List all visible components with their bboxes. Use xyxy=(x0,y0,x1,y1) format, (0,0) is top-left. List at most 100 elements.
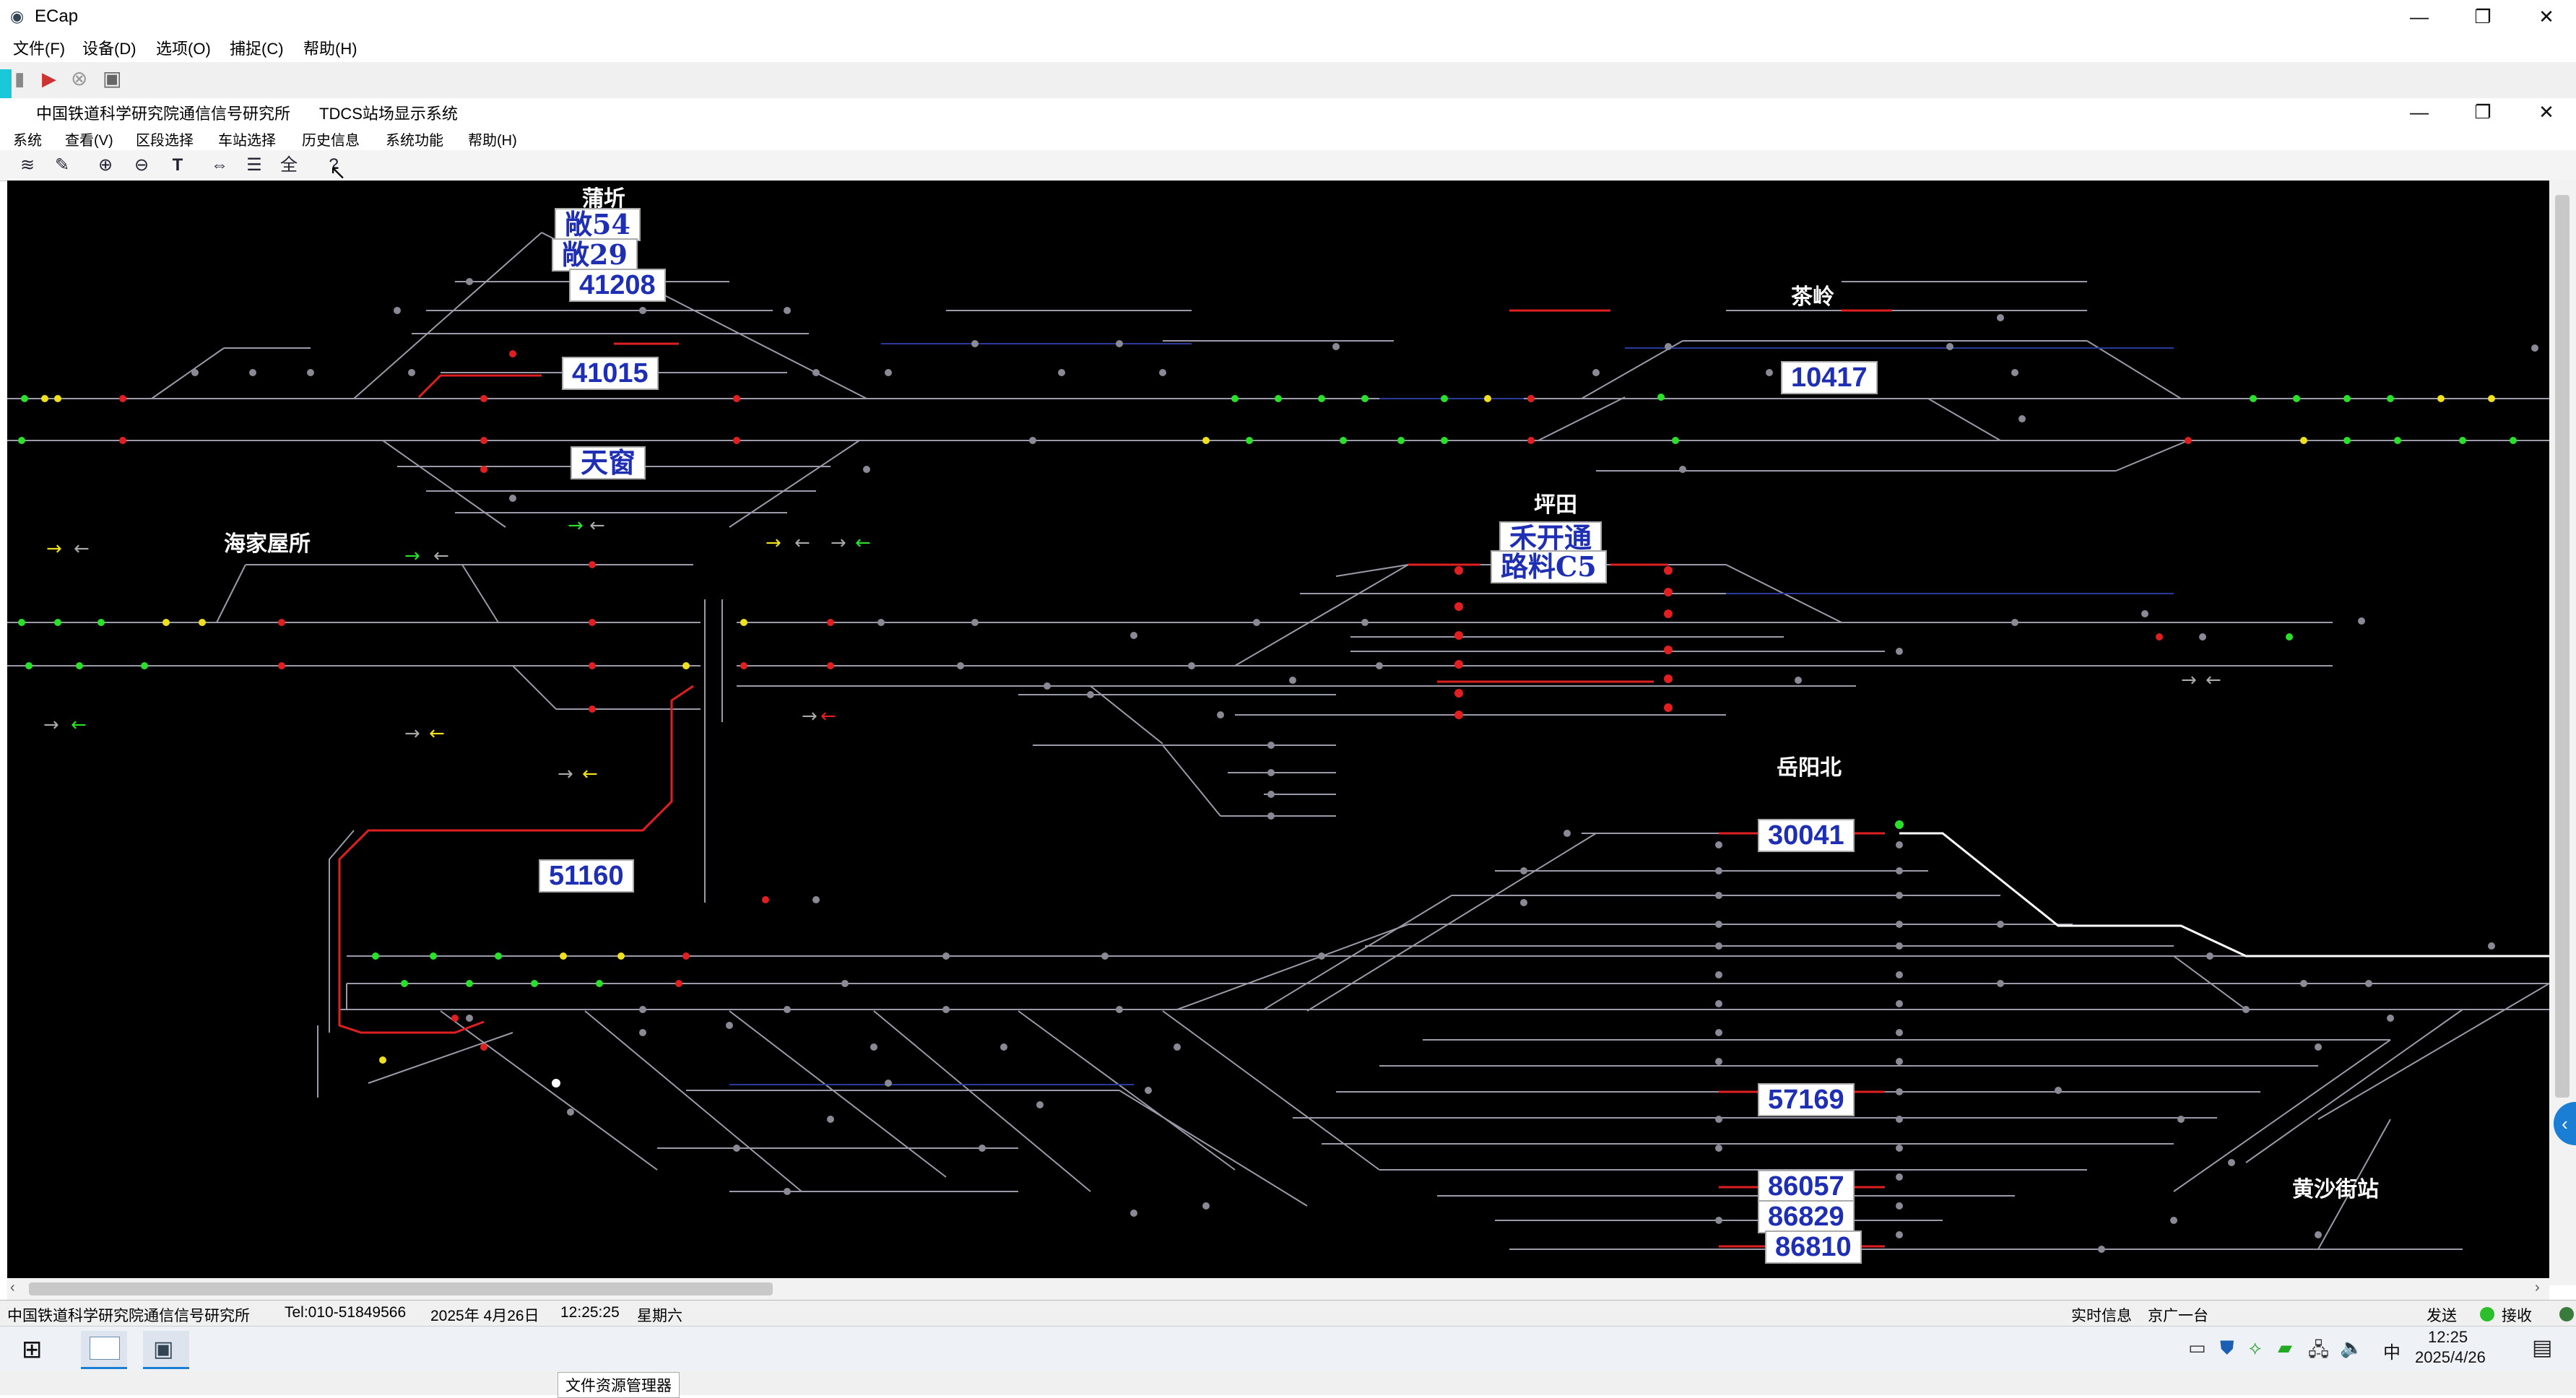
svg-text:→: → xyxy=(558,763,573,785)
app-title: ECap xyxy=(35,6,79,26)
play-icon[interactable]: ▶ xyxy=(42,68,56,90)
station-haijiawusuo: 海家屋所 xyxy=(224,531,311,557)
inner-titlebar: 中国铁道科学研究院通信信号研究所 TDCS站场显示系统 — ❐ ✕ xyxy=(0,98,2576,127)
app-menubar xyxy=(0,33,2576,62)
menu-options[interactable]: 选项(O) xyxy=(156,36,211,59)
inner-restore-button[interactable]: ❐ xyxy=(2461,98,2505,126)
inner-title-org: 中国铁道科学研究院通信信号研究所 xyxy=(36,105,291,123)
station-chaling: 茶岭 xyxy=(1791,285,1834,310)
zoom-in-icon[interactable]: ⊕ xyxy=(92,153,118,178)
status-realtime: 实时信息 xyxy=(2071,1308,2132,1324)
tray-app-icon[interactable]: ⟡ xyxy=(2249,1337,2261,1360)
app-icon: ◉ xyxy=(10,7,25,25)
train-label[interactable]: 路料C5 xyxy=(1491,550,1607,583)
station-huangshajie: 黄沙街站 xyxy=(2292,1177,2379,1202)
train-label[interactable]: 86810 xyxy=(1765,1230,1862,1264)
menu-help[interactable]: 帮助(H) xyxy=(303,36,357,59)
horizontal-scroll-thumb[interactable] xyxy=(29,1282,773,1295)
train-label[interactable]: 41015 xyxy=(562,357,659,390)
close-button[interactable]: ✕ xyxy=(2525,3,2568,30)
inner-menu-view[interactable]: 查看(V) xyxy=(65,129,113,149)
inner-menu-functions[interactable]: 系统功能 xyxy=(386,129,443,149)
svg-text:←: ← xyxy=(589,515,605,537)
train-label[interactable]: 10417 xyxy=(1781,361,1878,394)
train-label[interactable]: 敞29 xyxy=(552,238,638,272)
restore-button[interactable]: ❐ xyxy=(2461,3,2505,30)
status-time: 12:25:25 xyxy=(560,1304,620,1321)
svg-text:←: ← xyxy=(855,532,871,554)
svg-text:←: ← xyxy=(74,538,90,560)
stop-icon[interactable]: ⊗ xyxy=(71,66,87,90)
screenshot-icon[interactable]: ▣ xyxy=(103,66,121,90)
train-label[interactable]: 57169 xyxy=(1758,1083,1855,1116)
train-label[interactable]: 86057 xyxy=(1758,1170,1855,1203)
inner-menu-help[interactable]: 帮助(H) xyxy=(468,129,517,149)
track-layout-svg: → ← → ← → ← → ← → ← → ← → ← → ← → ← → ← xyxy=(7,232,2550,1253)
gray-signal-dots xyxy=(191,278,2538,1253)
svg-text:←: ← xyxy=(71,714,87,736)
station-diagram: → ← → ← → ← → ← → ← → ← → ← → ← → ← → ← 蒲圻 茶岭 海家屋所… xyxy=(7,181,2550,1278)
yard-frame-lines xyxy=(329,830,355,1033)
status-receive: 接收 xyxy=(2502,1308,2532,1324)
train-label[interactable]: 86829 xyxy=(1758,1200,1855,1233)
inner-close-button[interactable]: ✕ xyxy=(2525,98,2568,126)
tray-shield-icon[interactable]: ⛊ xyxy=(2220,1337,2234,1360)
svg-text:←: ← xyxy=(2206,669,2221,691)
train-label[interactable]: 天窗 xyxy=(571,446,646,479)
status-weekday: 星期六 xyxy=(637,1308,682,1324)
scroll-right-arrow-icon[interactable]: › xyxy=(2535,1280,2540,1296)
svg-text:←: ← xyxy=(433,545,449,567)
inner-title-app: TDCS站场显示系统 xyxy=(319,105,458,123)
zoom-out-icon[interactable]: ⊖ xyxy=(129,153,155,178)
menu-capture[interactable]: 捕捉(C) xyxy=(230,36,284,59)
tray-clock-date[interactable]: 2025/4/26 xyxy=(2415,1348,2486,1367)
align-icon[interactable]: ☰ xyxy=(241,153,267,178)
svg-text:→: → xyxy=(568,515,584,537)
scroll-left-arrow-icon[interactable]: ‹ xyxy=(10,1280,15,1296)
explorer-tooltip: 文件资源管理器 xyxy=(558,1372,680,1398)
svg-text:→: → xyxy=(404,723,420,744)
minimize-button[interactable]: — xyxy=(2398,3,2441,30)
status-org: 中国铁道科学研究院通信信号研究所 xyxy=(7,1308,250,1324)
inner-minimize-button[interactable]: — xyxy=(2398,98,2441,126)
open-icon[interactable]: ▮ xyxy=(14,68,25,90)
text-size-icon[interactable]: T xyxy=(165,153,191,178)
menu-file[interactable]: 文件(F) xyxy=(13,36,65,59)
connection-indicator xyxy=(2480,1307,2494,1321)
inner-menu-history[interactable]: 历史信息 xyxy=(302,129,360,149)
tray-clock-time[interactable]: 12:25 xyxy=(2428,1328,2468,1347)
windows-start-icon[interactable]: ⊞ xyxy=(22,1335,43,1364)
menu-device[interactable]: 设备(D) xyxy=(82,36,136,59)
direction-arrows: → ← → ← → ← → ← → ← → ← → ← → ← → ← → ← xyxy=(43,515,2221,785)
tray-battery-icon[interactable]: ▰ xyxy=(2278,1337,2292,1359)
svg-text:→: → xyxy=(43,714,59,736)
train-label[interactable]: 30041 xyxy=(1758,819,1855,852)
svg-text:→: → xyxy=(831,532,846,554)
station-yueyangbei: 岳阳北 xyxy=(1777,755,1842,781)
tray-volume-icon[interactable]: 🔈 xyxy=(2340,1337,2363,1359)
taskbar-app-ecap[interactable]: ▣ xyxy=(143,1331,189,1369)
vertical-scroll-thumb[interactable] xyxy=(2555,195,2570,1098)
cyan-marker xyxy=(0,69,12,98)
notification-icon[interactable]: ▤ xyxy=(2532,1335,2552,1360)
inner-menu-system[interactable]: 系统 xyxy=(13,129,42,149)
train-label[interactable]: 敞54 xyxy=(555,208,641,241)
taskbar-app-tdcs[interactable] xyxy=(81,1331,127,1369)
svg-text:→: → xyxy=(404,545,420,567)
tray-keyboard-icon[interactable]: ▭ xyxy=(2188,1337,2206,1359)
train-label[interactable]: 51160 xyxy=(539,859,634,893)
svg-text:→: → xyxy=(766,532,781,554)
tray-ime[interactable]: 中 xyxy=(2383,1338,2401,1363)
svg-text:←: ← xyxy=(794,532,810,554)
route-icon[interactable]: ✎ xyxy=(49,153,75,178)
train-label[interactable]: 41208 xyxy=(569,269,666,302)
svg-text:→: → xyxy=(2181,669,2197,691)
inner-menu-station[interactable]: 车站选择 xyxy=(218,129,276,149)
fit-all-button[interactable]: 全 xyxy=(276,153,302,178)
station-pingtian: 坪田 xyxy=(1534,492,1577,518)
inner-menu-section[interactable]: 区段选择 xyxy=(136,129,194,149)
capture-toolbar: ▮ ▶ ⊗ ▣ xyxy=(0,62,2576,99)
pan-horizontal-icon[interactable]: ⇔ xyxy=(207,153,233,178)
tray-network-icon[interactable]: 🖧 xyxy=(2308,1337,2329,1368)
layers-icon[interactable]: ≋ xyxy=(14,153,40,178)
